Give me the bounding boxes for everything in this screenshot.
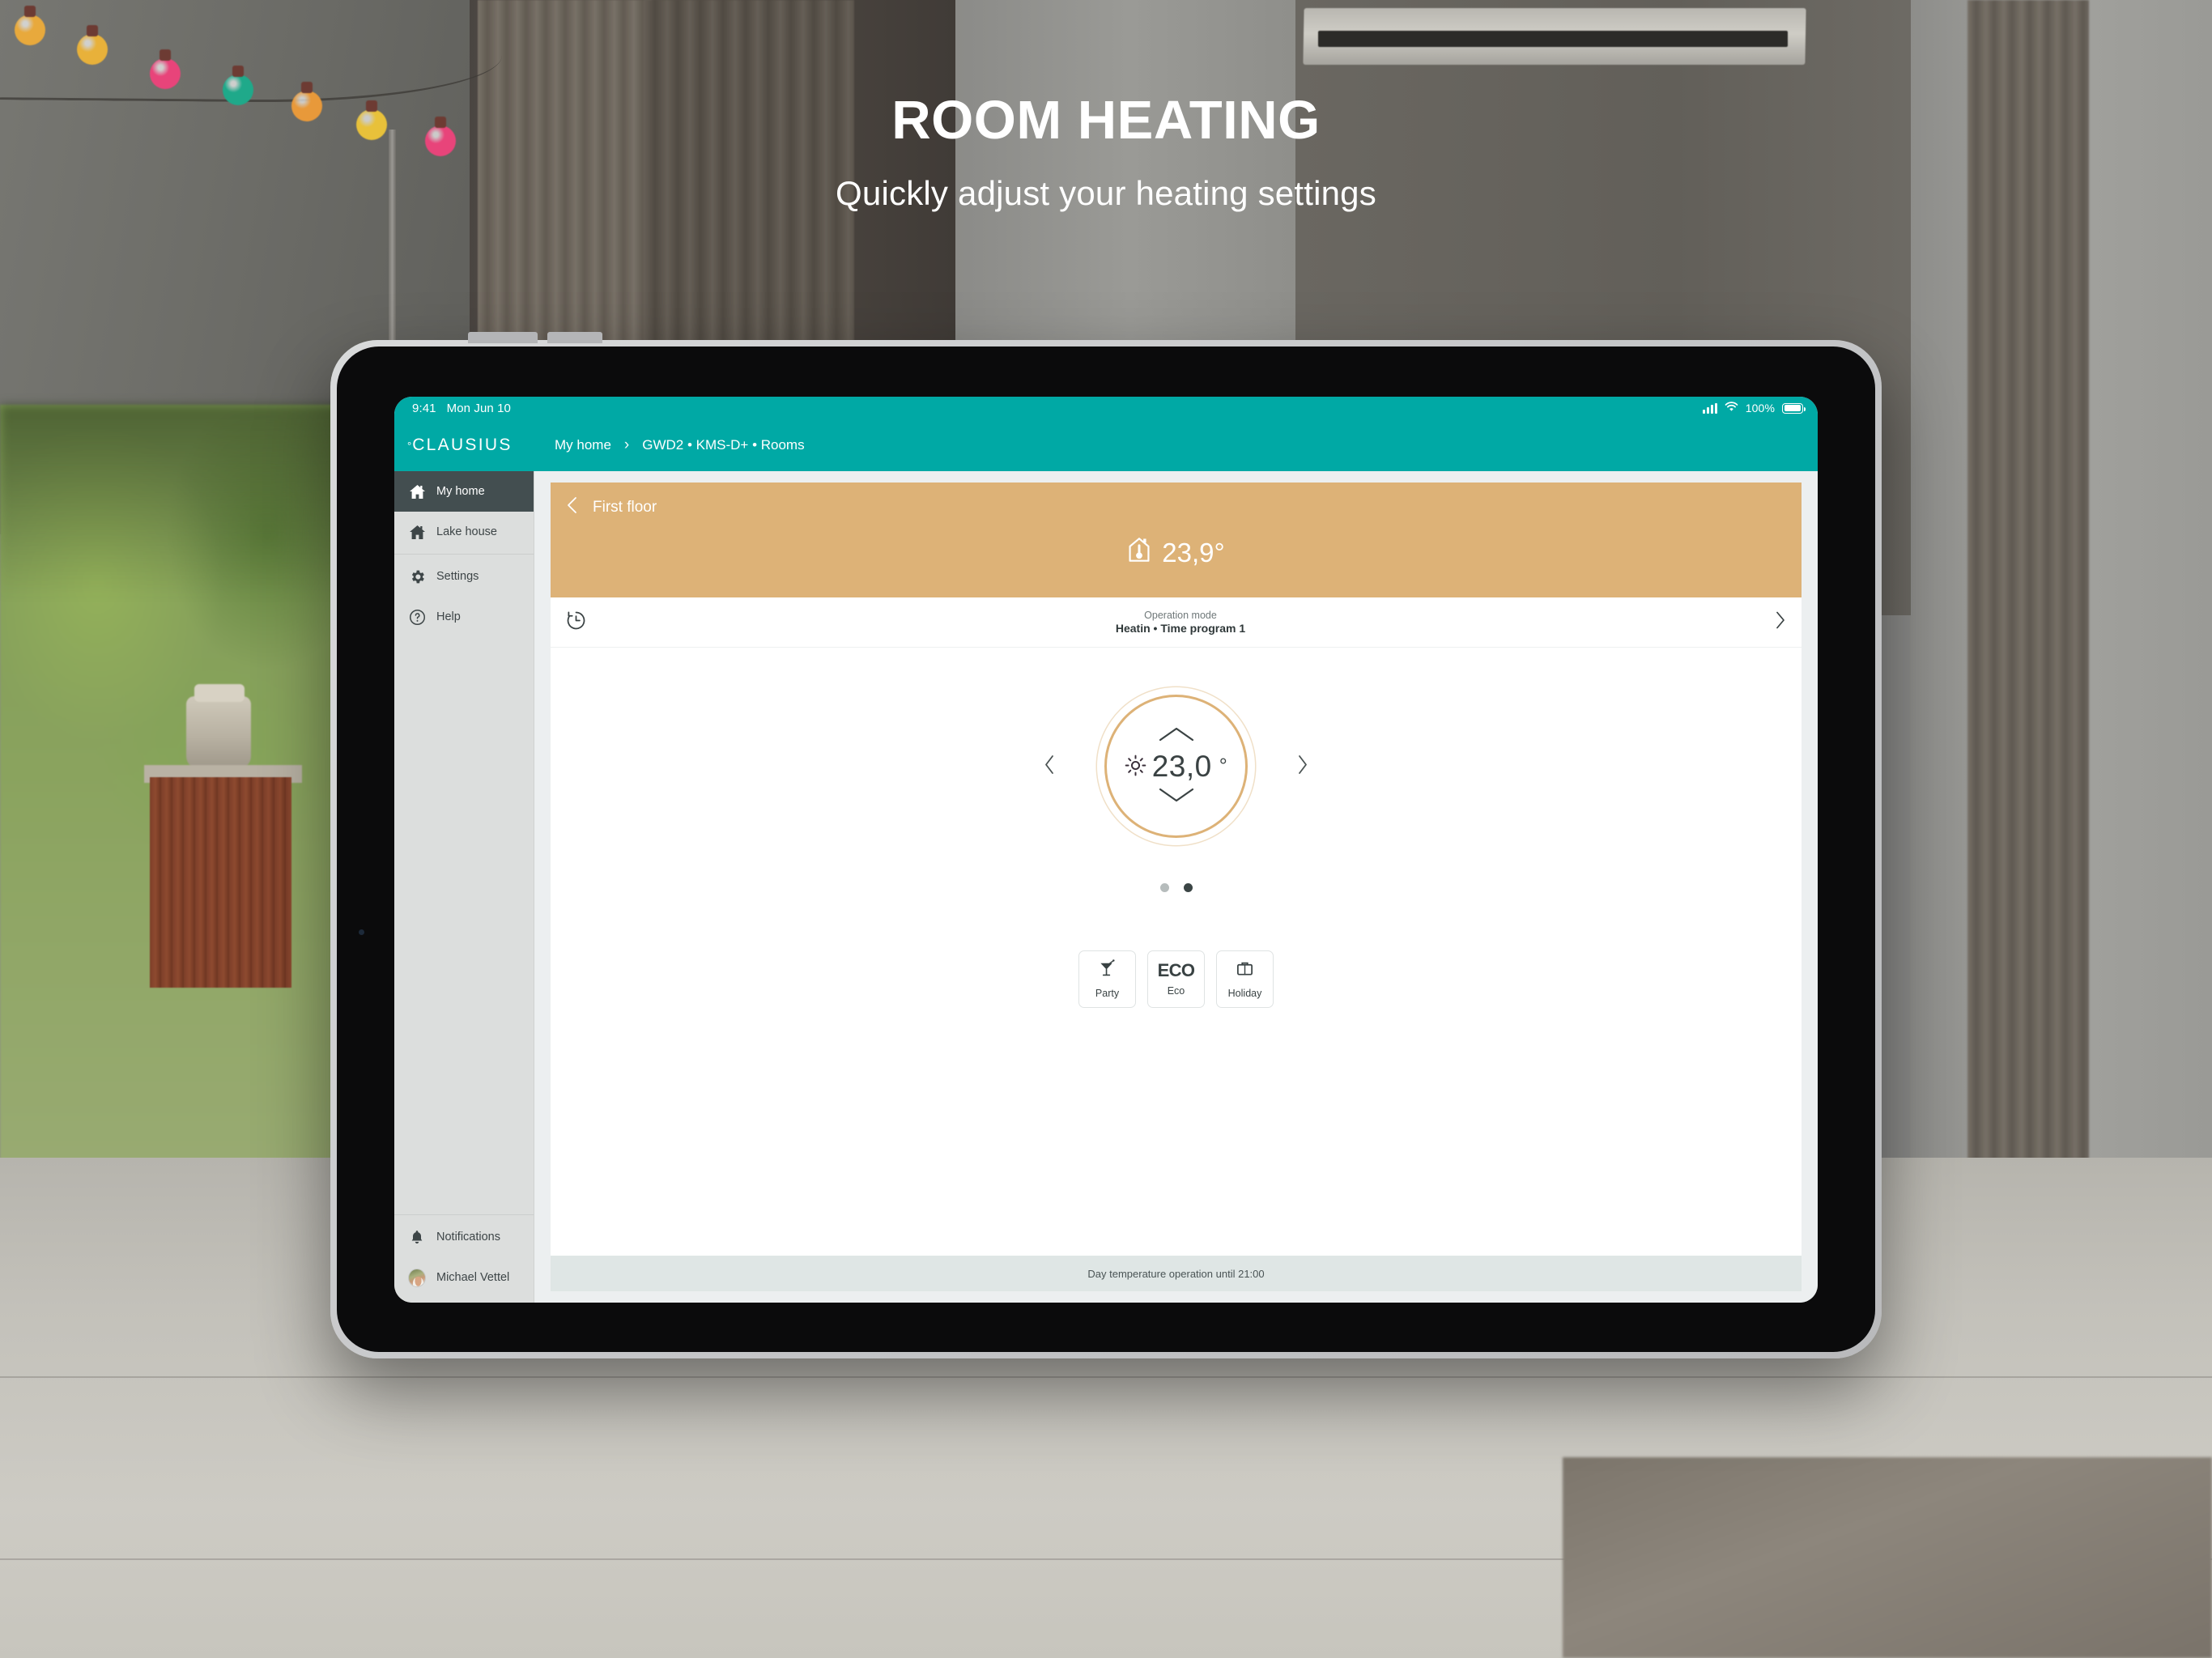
- party-mode-label: Party: [1095, 988, 1120, 999]
- deck-rail: [150, 777, 291, 988]
- status-footer-text: Day temperature operation until 21:00: [1087, 1267, 1265, 1280]
- pagination-dot[interactable]: [1159, 883, 1169, 892]
- setpoint-readout: 23,0 °: [1125, 750, 1228, 784]
- eco-mode-label: Eco: [1167, 985, 1185, 997]
- breadcrumb-path[interactable]: GWD2 • KMS-D+ • Rooms: [642, 437, 804, 453]
- sidebar-divider: [394, 554, 534, 555]
- sidebar-item-help[interactable]: Help: [394, 597, 534, 637]
- chevron-right-icon[interactable]: [1774, 610, 1787, 635]
- room-header-card: First floor 23,9°: [551, 483, 1802, 597]
- string-light-bulb: [77, 25, 108, 65]
- holiday-mode-label: Holiday: [1227, 988, 1262, 999]
- party-mode-button[interactable]: Party: [1078, 950, 1136, 1008]
- avatar: [408, 1268, 426, 1287]
- rug: [1563, 1457, 2212, 1658]
- home-icon: [408, 523, 426, 541]
- sun-icon: [1125, 750, 1146, 784]
- sidebar-item-label: Help: [436, 610, 461, 623]
- page-title: ROOM HEATING: [891, 90, 1321, 151]
- sidebar: My home Lake house Settings Help Notific…: [394, 471, 534, 1303]
- pagination-dots: [1159, 883, 1193, 892]
- tablet-volume-button[interactable]: [468, 332, 538, 343]
- garden-lantern-top: [194, 684, 245, 702]
- setpoint-degree: °: [1219, 755, 1228, 777]
- sidebar-item-label: Lake house: [436, 525, 497, 538]
- room-temperature-value: 23,9°: [1162, 537, 1225, 568]
- house-thermometer-icon: [1127, 537, 1151, 569]
- sidebar-item-label: Michael Vettel: [436, 1271, 510, 1284]
- operation-mode-label: Operation mode: [1144, 609, 1217, 621]
- status-footer: Day temperature operation until 21:00: [551, 1256, 1802, 1291]
- help-icon: [408, 608, 426, 626]
- holiday-mode-button[interactable]: Holiday: [1216, 950, 1274, 1008]
- sidebar-item-settings[interactable]: Settings: [394, 556, 534, 597]
- setpoint-panel: 23,0 ° Party ECO Eco Holiday: [551, 648, 1802, 1256]
- bell-icon: [408, 1228, 426, 1246]
- garden-lantern: [186, 696, 251, 769]
- sidebar-item-label: Notifications: [436, 1231, 500, 1244]
- operation-mode-value: Heatin • Time program 1: [1115, 621, 1246, 635]
- tablet-screen: 9:41 Mon Jun 10 100% ° CLAUSIUS My home ›…: [394, 397, 1818, 1303]
- string-light-bulb: [15, 6, 45, 45]
- operation-mode-row[interactable]: Operation mode Heatin • Time program 1: [551, 597, 1802, 648]
- dial-next-arrow[interactable]: [1295, 754, 1310, 780]
- gear-icon: [408, 568, 426, 585]
- status-date: Mon Jun 10: [446, 401, 511, 415]
- cocktail-glass-icon: [1098, 959, 1117, 982]
- clock-history-icon: [565, 610, 587, 636]
- room-name: First floor: [593, 498, 657, 516]
- app-top-bar: ° CLAUSIUS My home › GWD2 • KMS-D+ • Room…: [394, 419, 1818, 471]
- sidebar-item-my-home[interactable]: My home: [394, 471, 534, 512]
- status-bar: 9:41 Mon Jun 10 100%: [394, 397, 1818, 419]
- eco-mode-button[interactable]: ECO Eco: [1147, 950, 1205, 1008]
- hero-text: ROOM HEATING Quickly adjust your heating…: [0, 89, 2212, 213]
- ceiling-light-bar-inner: [1318, 31, 1788, 47]
- quick-mode-buttons: Party ECO Eco Holiday: [1078, 950, 1274, 1008]
- sidebar-divider: [394, 1214, 534, 1215]
- chevron-left-icon[interactable]: [565, 495, 580, 519]
- sidebar-item-label: Settings: [436, 570, 479, 583]
- chevron-up-icon[interactable]: [1158, 725, 1195, 747]
- chevron-right-icon: ›: [623, 436, 630, 453]
- floor-seam: [0, 1376, 2212, 1378]
- wifi-icon: [1725, 402, 1738, 414]
- main-content: First floor 23,9° Operation mode Heatin …: [534, 471, 1818, 1303]
- app-logo[interactable]: ° CLAUSIUS: [394, 436, 534, 455]
- logo-text: CLAUSIUS: [412, 436, 513, 454]
- pagination-dot-active[interactable]: [1183, 883, 1193, 892]
- status-time: 9:41: [412, 401, 436, 415]
- temperature-dial[interactable]: 23,0 °: [1104, 695, 1248, 838]
- sidebar-item-lake-house[interactable]: Lake house: [394, 512, 534, 552]
- dial-prev-arrow[interactable]: [1042, 754, 1057, 780]
- room-current-temperature: 23,9°: [551, 519, 1802, 597]
- breadcrumb: My home › GWD2 • KMS-D+ • Rooms: [534, 436, 805, 454]
- sidebar-item-label: My home: [436, 485, 485, 498]
- tablet-power-button[interactable]: [547, 332, 602, 343]
- room-panel: First floor 23,9° Operation mode Heatin …: [551, 483, 1802, 1291]
- tablet-camera: [359, 929, 364, 935]
- sidebar-item-notifications[interactable]: Notifications: [394, 1217, 534, 1257]
- chevron-down-icon[interactable]: [1158, 786, 1195, 808]
- sidebar-item-user-profile[interactable]: Michael Vettel: [394, 1257, 534, 1298]
- suitcase-icon: [1236, 959, 1254, 982]
- battery-percent: 100%: [1745, 402, 1775, 414]
- string-light-bulb: [150, 49, 181, 89]
- home-icon: [408, 483, 426, 500]
- page-subtitle: Quickly adjust your heating settings: [836, 174, 1376, 212]
- cellular-signal-icon: [1702, 402, 1717, 414]
- battery-icon: [1782, 402, 1806, 414]
- breadcrumb-home[interactable]: My home: [555, 437, 611, 453]
- logo-degree-symbol: °: [407, 439, 412, 452]
- eco-text-icon: ECO: [1157, 960, 1195, 980]
- setpoint-value: 23,0: [1151, 749, 1212, 783]
